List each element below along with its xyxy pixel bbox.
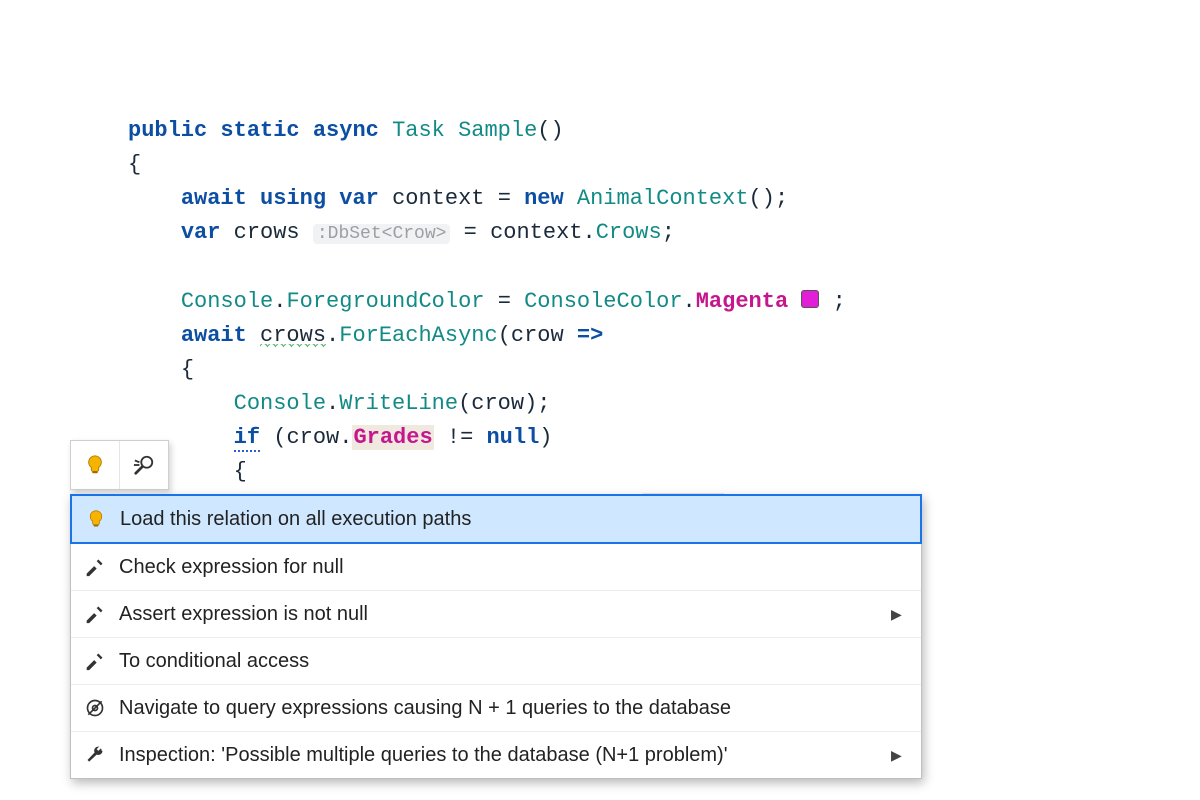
lightbulb-icon [72, 509, 120, 529]
code-line: Console.WriteLine(crow); [128, 391, 551, 416]
quick-fix-menu: Load this relation on all execution path… [70, 494, 922, 779]
menu-item-inspection-nplus1[interactable]: Inspection: 'Possible multiple queries t… [71, 731, 921, 778]
inline-hint: :DbSet<Crow> [313, 224, 451, 244]
menu-item-navigate-nplus1[interactable]: Navigate to query expressions causing N … [71, 684, 921, 731]
menu-item-label: Navigate to query expressions causing N … [119, 697, 891, 720]
lightbulb-icon[interactable] [71, 441, 119, 489]
menu-item-label: Assert expression is not null [119, 603, 891, 626]
code-line: await using var context = new AnimalCont… [128, 186, 788, 211]
menu-item-load-relation[interactable]: Load this relation on all execution path… [70, 494, 922, 544]
hammer-icon [71, 651, 119, 671]
hammer-icon [71, 557, 119, 577]
menu-item-conditional-access[interactable]: To conditional access [71, 637, 921, 684]
quick-fix-toolbar[interactable] [70, 440, 169, 490]
code-line: Console.ForegroundColor = ConsoleColor.M… [128, 289, 846, 314]
color-swatch-icon [801, 290, 819, 308]
menu-item-label: Check expression for null [119, 556, 891, 579]
menu-item-check-null[interactable]: Check expression for null [71, 543, 921, 590]
hammer-icon [71, 604, 119, 624]
submenu-arrow-icon: ▶ [891, 606, 921, 623]
wrench-icon [71, 745, 119, 765]
code-editor[interactable]: public static async Task Sample() { awai… [0, 0, 1200, 523]
code-line: await crows.ForEachAsync(crow => [128, 323, 603, 348]
code-line: if (crow.Grades != null) [128, 425, 553, 452]
menu-item-assert-not-null[interactable]: Assert expression is not null ▶ [71, 590, 921, 637]
code-line: { [128, 357, 194, 382]
menu-item-label: Load this relation on all execution path… [120, 508, 890, 531]
code-line: public static async Task Sample() [128, 118, 564, 143]
code-line: var crows :DbSet<Crow> = context.Crows; [128, 220, 675, 245]
code-line: { [128, 152, 141, 177]
eye-off-icon [71, 698, 119, 718]
menu-item-label: To conditional access [119, 650, 891, 673]
menu-item-label: Inspection: 'Possible multiple queries t… [119, 744, 891, 767]
submenu-arrow-icon: ▶ [891, 747, 921, 764]
pencil-icon[interactable] [120, 441, 168, 489]
